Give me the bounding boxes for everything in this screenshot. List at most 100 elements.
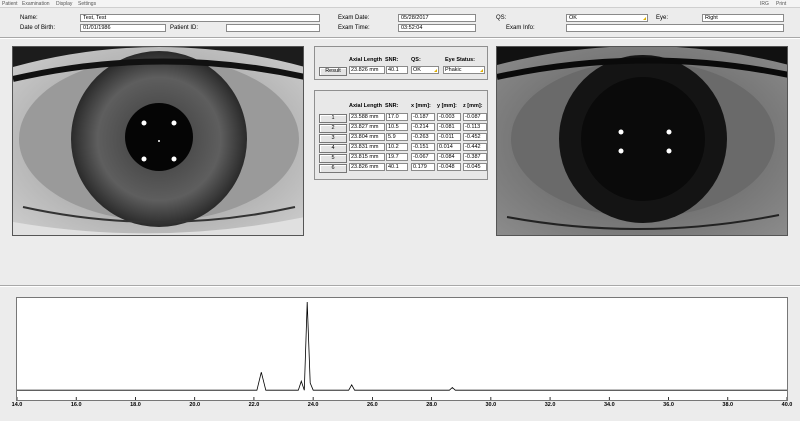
measurement-6-button[interactable]: 6 (319, 164, 347, 173)
measurement-5-y: -0.084 (437, 153, 461, 161)
measurement-1-snr: 17.0 (386, 113, 408, 121)
x-tick-label-13: 40.0 (781, 402, 793, 408)
measurement-5-snr: 19.7 (386, 153, 408, 161)
qs-field[interactable]: OK (566, 14, 648, 22)
result-button[interactable]: Result (319, 67, 347, 76)
x-tick-label-10: 34.0 (603, 402, 615, 408)
x-tick-label-3: 20.0 (189, 402, 201, 408)
measurement-1-y: -0.003 (437, 113, 461, 121)
result-snr: 40.1 (386, 66, 408, 74)
measurement-2-x: -0.214 (411, 123, 435, 131)
measurement-1-al: 23.588 mm (349, 113, 385, 121)
x-tick-label-7: 28.0 (426, 402, 437, 408)
meas-header-snr: SNR: (385, 103, 399, 109)
patient-id-label: Patient ID: (170, 25, 199, 31)
measurement-3-button[interactable]: 3 (319, 134, 347, 143)
meas-header-z: z [mm]: (463, 103, 483, 109)
x-tick-label-5: 24.0 (307, 402, 319, 408)
result-eye-status[interactable]: Phakic (443, 66, 485, 74)
measurement-1-z: -0.087 (463, 113, 487, 121)
result-qs[interactable]: OK (411, 66, 439, 74)
measurement-3-x: -0.263 (411, 133, 435, 141)
measurement-2-button[interactable]: 2 (319, 124, 347, 133)
meas-header-x: x [mm]: (411, 103, 431, 109)
exam-date-label: Exam Date: (338, 15, 370, 21)
exam-info-field[interactable] (566, 24, 784, 32)
measurement-6-snr: 40.1 (386, 163, 408, 171)
menu-patient[interactable]: Patient (2, 1, 18, 7)
measurement-4-y: 0.014 (437, 143, 461, 151)
measurement-4-button[interactable]: 4 (319, 144, 347, 153)
dob-field[interactable]: 01/01/1986 (80, 24, 166, 32)
result-header-qs: QS: (411, 57, 421, 63)
x-tick-label-2: 18.0 (130, 402, 141, 408)
menu-examination[interactable]: Examination (22, 1, 50, 7)
x-tick-label-1: 16.0 (70, 402, 82, 408)
eye-label: Eye: (656, 15, 669, 21)
measurement-1-x: -0.187 (411, 113, 435, 121)
measurement-4-z: -0.442 (463, 143, 487, 151)
x-tick-label-9: 32.0 (544, 402, 556, 408)
signal-chart (16, 297, 788, 401)
result-qs-value: OK (413, 67, 421, 73)
x-tick-label-0: 14.0 (11, 402, 23, 408)
measurement-5-button[interactable]: 5 (319, 154, 347, 163)
eye-image-left-graphic (13, 47, 303, 235)
eye-image-left (12, 46, 304, 236)
measurement-3-al: 23.804 mm (349, 133, 385, 141)
measurement-2-z: -0.113 (463, 123, 487, 131)
measurement-1-button[interactable]: 1 (319, 114, 347, 123)
result-qs-dropdown-icon (434, 69, 437, 72)
measurement-3-z: -0.452 (463, 133, 487, 141)
meas-header-y: y [mm]: (437, 103, 457, 109)
exam-date-field[interactable]: 05/28/2017 (398, 14, 476, 22)
menu-display[interactable]: Display (56, 1, 72, 7)
measurement-3-y: -0.011 (437, 133, 461, 141)
x-tick-label-11: 36.0 (663, 402, 674, 408)
x-tick-label-8: 30.0 (485, 402, 497, 408)
measurement-4-snr: 10.2 (386, 143, 408, 151)
measurements-panel: Axial Length SNR: x [mm]: y [mm]: z [mm]… (314, 90, 488, 180)
qs-label: QS: (496, 15, 507, 21)
result-axial-length: 23.826 mm (349, 66, 385, 74)
exam-time-label: Exam Time: (338, 25, 370, 31)
patient-id-field[interactable] (226, 24, 320, 32)
measurement-5-z: -0.387 (463, 153, 487, 161)
measurement-5-al: 23.815 mm (349, 153, 385, 161)
dob-label: Date of Birth: (20, 25, 56, 31)
result-header-axial: Axial Length (349, 57, 383, 63)
menu-print[interactable]: Print (776, 1, 786, 7)
measurement-6-al: 23.826 mm (349, 163, 385, 171)
measurement-4-al: 23.831 mm (349, 143, 385, 151)
result-header-snr: SNR: (385, 57, 399, 63)
measurement-3-snr: 5.9 (386, 133, 408, 141)
result-panel: Axial Length SNR: QS: Eye Status: Result… (314, 46, 488, 80)
measurement-4-x: -0.151 (411, 143, 435, 151)
result-header-eye-status: Eye Status: (445, 57, 475, 63)
eye-field[interactable]: Right (702, 14, 784, 22)
header-separator (0, 37, 800, 39)
measurement-2-al: 23.827 mm (349, 123, 385, 131)
eye-value: Right (705, 15, 718, 21)
exam-time-field[interactable]: 03:52:04 (398, 24, 476, 32)
name-field[interactable]: Test, Test (80, 14, 320, 22)
eye-image-right (496, 46, 788, 236)
exam-info-label: Exam Info: (506, 25, 535, 31)
result-eye-status-dropdown-icon (480, 69, 483, 72)
qs-dropdown-indicator-icon (643, 17, 646, 20)
x-tick-label-12: 38.0 (722, 402, 734, 408)
measurement-6-z: -0.045 (463, 163, 487, 171)
x-tick-label-6: 26.0 (367, 402, 378, 408)
qs-value: OK (569, 15, 577, 21)
menu-irg[interactable]: IRG (760, 1, 769, 7)
eye-image-right-graphic (497, 47, 787, 235)
measurement-5-x: -0.067 (411, 153, 435, 161)
name-label: Name: (20, 15, 38, 21)
menu-bar: Patient Examination Display Settings IRG… (0, 0, 800, 8)
measurement-2-snr: 10.5 (386, 123, 408, 131)
result-eye-status-value: Phakic (445, 67, 462, 73)
menu-settings[interactable]: Settings (78, 1, 96, 7)
name-value: Test, Test (83, 15, 107, 21)
x-tick-label-4: 22.0 (248, 402, 260, 408)
exam-time-value: 03:52:04 (401, 25, 423, 31)
